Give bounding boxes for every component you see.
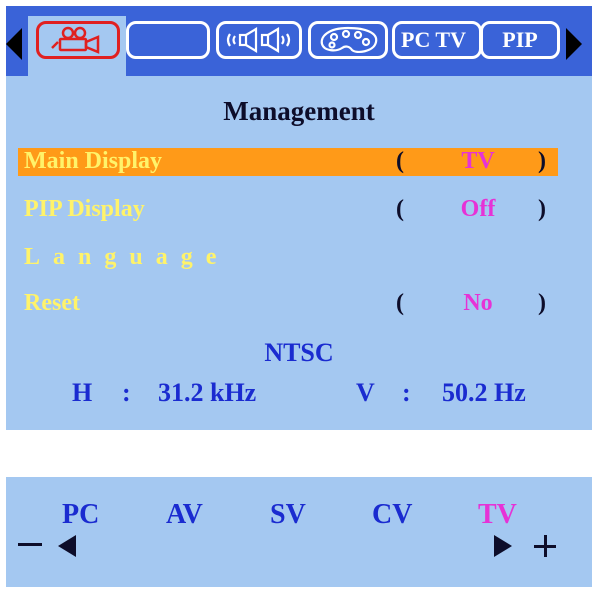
speaker-icon: [226, 27, 291, 53]
tab-left-arrow-icon[interactable]: [6, 28, 22, 60]
h-freq-value: 31.2 kHz: [158, 378, 257, 407]
projector-icon: [51, 26, 100, 54]
source-av[interactable]: AV: [166, 499, 203, 531]
v-freq-label: V: [356, 378, 375, 407]
source-cv[interactable]: CV: [372, 499, 412, 531]
h-freq-separator: :: [122, 378, 131, 407]
palette-icon: [320, 26, 378, 53]
tab-blank[interactable]: [126, 21, 210, 59]
tab-bar: PC TV PIP: [6, 6, 592, 86]
tab-pc-tv-label: PC TV: [401, 27, 466, 52]
arrow-right-icon[interactable]: [494, 535, 512, 557]
v-freq-value: 50.2 Hz: [442, 378, 526, 407]
menu-item-main-display[interactable]: Main Display ( TV ): [18, 148, 558, 176]
paren-open: (: [396, 196, 404, 222]
tab-color[interactable]: [308, 21, 388, 59]
menu-item-value: No: [463, 290, 493, 316]
tab-pc-tv[interactable]: PC TV: [392, 21, 482, 59]
paren-open: (: [396, 148, 404, 174]
paren-close: ): [538, 148, 546, 174]
tab-picture[interactable]: [36, 21, 120, 59]
menu-item-value: TV: [461, 148, 495, 174]
v-freq-separator: :: [402, 378, 411, 407]
menu-item-value: Off: [460, 196, 496, 222]
paren-open: (: [396, 290, 404, 316]
tab-right-arrow-icon[interactable]: [566, 28, 582, 60]
menu-item-label: PIP Display: [24, 196, 145, 222]
h-freq-label: H: [72, 378, 93, 407]
menu-item-pip-display[interactable]: PIP Display ( Off ): [18, 196, 558, 224]
signal-standard: NTSC: [264, 338, 334, 367]
arrow-left-icon[interactable]: [58, 535, 76, 557]
tab-audio[interactable]: [216, 21, 302, 59]
minus-icon[interactable]: [18, 543, 42, 546]
menu-item-label: Reset: [24, 290, 80, 316]
paren-close: ): [538, 290, 546, 316]
source-pc[interactable]: PC: [62, 499, 99, 531]
paren-close: ): [538, 196, 546, 222]
plus-icon-vertical: [544, 535, 547, 557]
tab-pip-label: PIP: [502, 27, 538, 52]
osd-menu-panel: PC TV PIP Management Main Display ( TV )…: [6, 6, 592, 430]
tab-pip[interactable]: PIP: [480, 21, 560, 59]
source-bar: PC AV SV CV TV: [6, 477, 592, 587]
menu-item-language[interactable]: Language: [18, 244, 558, 272]
menu-item-label: Language: [24, 244, 230, 270]
menu-item-reset[interactable]: Reset ( No ): [18, 290, 558, 318]
source-tv[interactable]: TV: [478, 499, 517, 531]
menu-title: Management: [223, 96, 375, 126]
source-sv[interactable]: SV: [270, 499, 306, 531]
menu-item-label: Main Display: [24, 148, 163, 174]
